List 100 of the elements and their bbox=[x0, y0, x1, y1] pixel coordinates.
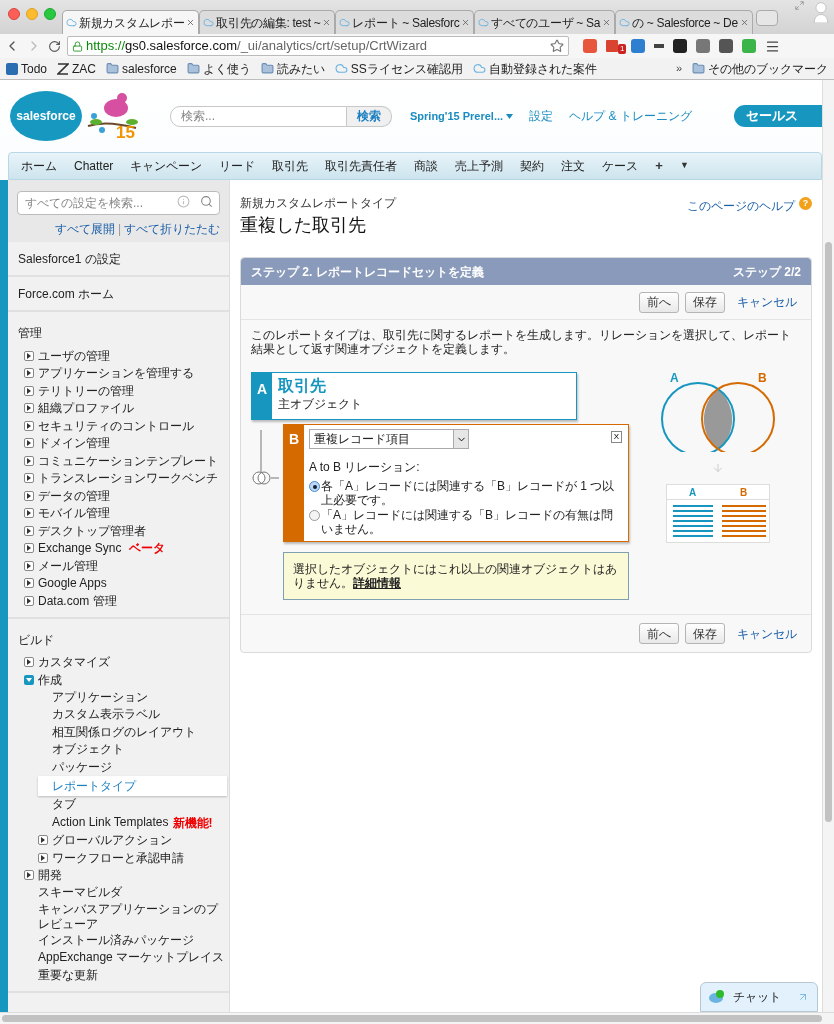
bookmark-item[interactable]: SSライセンス確認用 bbox=[334, 59, 463, 78]
sidebar-item[interactable]: キャンバスアプリケーションのプレビューア bbox=[38, 901, 227, 932]
sidebar-item[interactable]: オブジェクト bbox=[52, 742, 124, 758]
header-link[interactable]: 設定 bbox=[529, 107, 554, 125]
sidebar-item[interactable]: トランスレーションワークベンチ bbox=[38, 469, 218, 488]
wizard-button[interactable]: 前へ bbox=[639, 291, 679, 313]
sidebar-item[interactable]: アプリケーション bbox=[52, 689, 148, 705]
sidebar-item[interactable]: Exchange Sync bbox=[38, 539, 122, 558]
sidebar-item[interactable]: カスタマイズ bbox=[38, 653, 110, 672]
sidebar-item[interactable]: AppExchange マーケットプレイス bbox=[38, 950, 225, 966]
expand-toggle-icon[interactable] bbox=[24, 657, 34, 668]
reload-icon[interactable] bbox=[48, 39, 61, 53]
collapse-toggle-icon[interactable] bbox=[24, 674, 34, 685]
browser-tab[interactable]: すべてのユーザ ~ Sa bbox=[474, 10, 616, 34]
sidebar-item[interactable]: タブ bbox=[52, 797, 76, 813]
expand-toggle-icon[interactable] bbox=[24, 870, 34, 881]
expand-toggle-icon[interactable] bbox=[24, 438, 34, 449]
expand-toggle-icon[interactable] bbox=[24, 473, 34, 484]
sidebar-item[interactable]: パッケージ bbox=[52, 759, 112, 775]
extension-icon[interactable] bbox=[631, 39, 645, 53]
expand-toggle-icon[interactable] bbox=[24, 508, 34, 519]
nav-tab[interactable]: 注文 bbox=[561, 157, 586, 175]
sidebar-item[interactable]: グローバルアクション bbox=[52, 831, 172, 850]
sidebar-item[interactable]: Action Link Templates bbox=[52, 815, 169, 830]
bookmark-item[interactable]: Todo bbox=[6, 59, 48, 78]
sidebar-item[interactable]: コミュニケーションテンプレート bbox=[38, 451, 218, 470]
expand-toggle-icon[interactable] bbox=[24, 525, 34, 536]
horizontal-scrollbar[interactable] bbox=[0, 1012, 834, 1024]
wizard-button[interactable]: 保存 bbox=[685, 291, 725, 313]
expand-all-link[interactable]: すべて展開 bbox=[54, 220, 115, 238]
sidebar-item[interactable]: モバイル管理 bbox=[38, 504, 110, 523]
info-icon[interactable] bbox=[177, 195, 190, 208]
sidebar-link[interactable]: Salesforce1 の設定 bbox=[18, 249, 121, 268]
sidebar-item[interactable]: セキュリティのコントロール bbox=[38, 416, 194, 435]
expand-toggle-icon[interactable] bbox=[24, 490, 34, 501]
sidebar-item[interactable]: ユーザの管理 bbox=[38, 346, 110, 365]
sidebar-item[interactable]: レポートタイプ bbox=[38, 776, 227, 796]
sidebar-item[interactable]: スキーマビルダ bbox=[38, 885, 122, 901]
expand-toggle-icon[interactable] bbox=[38, 835, 48, 846]
nav-tab[interactable]: 契約 bbox=[520, 157, 545, 175]
cancel-link[interactable]: キャンセル bbox=[737, 624, 797, 643]
sidebar-item[interactable]: カスタム表示ラベル bbox=[52, 707, 160, 723]
expand-toggle-icon[interactable] bbox=[24, 578, 34, 589]
sidebar-item[interactable]: インストール済みパッケージ bbox=[38, 932, 194, 948]
bookmark-item[interactable]: ZAC bbox=[57, 59, 97, 78]
nav-tab[interactable]: 売上予測 bbox=[455, 157, 504, 175]
chat-widget[interactable]: チャット bbox=[700, 982, 818, 1012]
browser-tab[interactable]: 取引先の編集: test ~ bbox=[199, 10, 336, 34]
sidebar-item[interactable]: テリトリーの管理 bbox=[38, 381, 134, 400]
sidebar-item[interactable]: アプリケーションを管理する bbox=[38, 364, 194, 383]
expand-toggle-icon[interactable] bbox=[38, 852, 48, 863]
object-select[interactable]: 重複レコード項目 bbox=[309, 429, 469, 449]
menu-icon[interactable] bbox=[765, 38, 780, 54]
nav-tab[interactable]: 取引先責任者 bbox=[325, 157, 398, 175]
cancel-link[interactable]: キャンセル bbox=[737, 293, 797, 311]
sidebar-item[interactable]: 開発 bbox=[38, 866, 62, 885]
sidebar-item[interactable]: データの管理 bbox=[38, 486, 110, 505]
expand-toggle-icon[interactable] bbox=[24, 455, 34, 466]
browser-tab[interactable]: 新規カスタムレポー bbox=[62, 10, 200, 34]
add-tab-button[interactable]: + bbox=[655, 156, 663, 176]
sidebar-item[interactable]: 相互関係ログのレイアウト bbox=[52, 724, 196, 740]
sidebar-item[interactable]: Google Apps bbox=[38, 574, 107, 593]
sidebar-item[interactable]: デスクトップ管理者 bbox=[38, 521, 146, 540]
nav-tab[interactable]: Chatter bbox=[74, 157, 114, 175]
expand-toggle-icon[interactable] bbox=[24, 420, 34, 431]
sidebar-item[interactable]: ワークフローと承認申請 bbox=[52, 848, 184, 867]
expand-toggle-icon[interactable] bbox=[24, 560, 34, 571]
nav-tab[interactable]: ケース bbox=[602, 157, 639, 175]
expand-toggle-icon[interactable] bbox=[24, 595, 34, 606]
header-link[interactable]: ヘルプ & トレーニング bbox=[569, 107, 692, 125]
extension-icon[interactable] bbox=[696, 39, 710, 53]
bookmark-item[interactable]: 読みたい bbox=[260, 59, 325, 78]
close-icon[interactable] bbox=[322, 18, 332, 27]
nav-tab[interactable]: リード bbox=[219, 157, 256, 175]
setup-search-field[interactable]: すべての設定を検索... bbox=[17, 191, 220, 215]
expand-toggle-icon[interactable] bbox=[24, 543, 34, 554]
vertical-scrollbar[interactable] bbox=[822, 80, 834, 1012]
wizard-button[interactable]: 保存 bbox=[685, 623, 725, 644]
sidebar-item[interactable]: 作成 bbox=[38, 670, 62, 689]
fullscreen-icon[interactable] bbox=[795, 1, 804, 10]
close-icon[interactable] bbox=[461, 18, 471, 27]
sidebar-item[interactable]: ドメイン管理 bbox=[38, 434, 110, 453]
search-icon[interactable] bbox=[200, 195, 213, 208]
other-bookmarks-item[interactable]: その他のブックマーク bbox=[692, 59, 828, 78]
bookmark-item[interactable]: よく使う bbox=[186, 59, 251, 78]
collapse-all-link[interactable]: すべて折りたたむ bbox=[124, 220, 220, 238]
extension-icon[interactable] bbox=[719, 39, 733, 53]
details-link[interactable]: 詳細情報 bbox=[353, 576, 401, 590]
more-tabs-button[interactable]: ▼ bbox=[679, 159, 689, 173]
expand-toggle-icon[interactable] bbox=[24, 385, 34, 396]
sidebar-item[interactable]: Data.com 管理 bbox=[38, 591, 117, 610]
expand-toggle-icon[interactable] bbox=[24, 350, 34, 361]
more-bookmarks-button[interactable]: » bbox=[675, 60, 682, 77]
close-icon[interactable] bbox=[186, 18, 196, 27]
extension-icon[interactable] bbox=[673, 39, 687, 53]
remove-button[interactable]: X bbox=[610, 431, 622, 443]
close-icon[interactable] bbox=[602, 18, 612, 27]
expand-toggle-icon[interactable] bbox=[24, 368, 34, 379]
global-search-field[interactable]: 検索... bbox=[170, 105, 347, 127]
bookmark-item[interactable]: salesforce bbox=[106, 59, 177, 78]
